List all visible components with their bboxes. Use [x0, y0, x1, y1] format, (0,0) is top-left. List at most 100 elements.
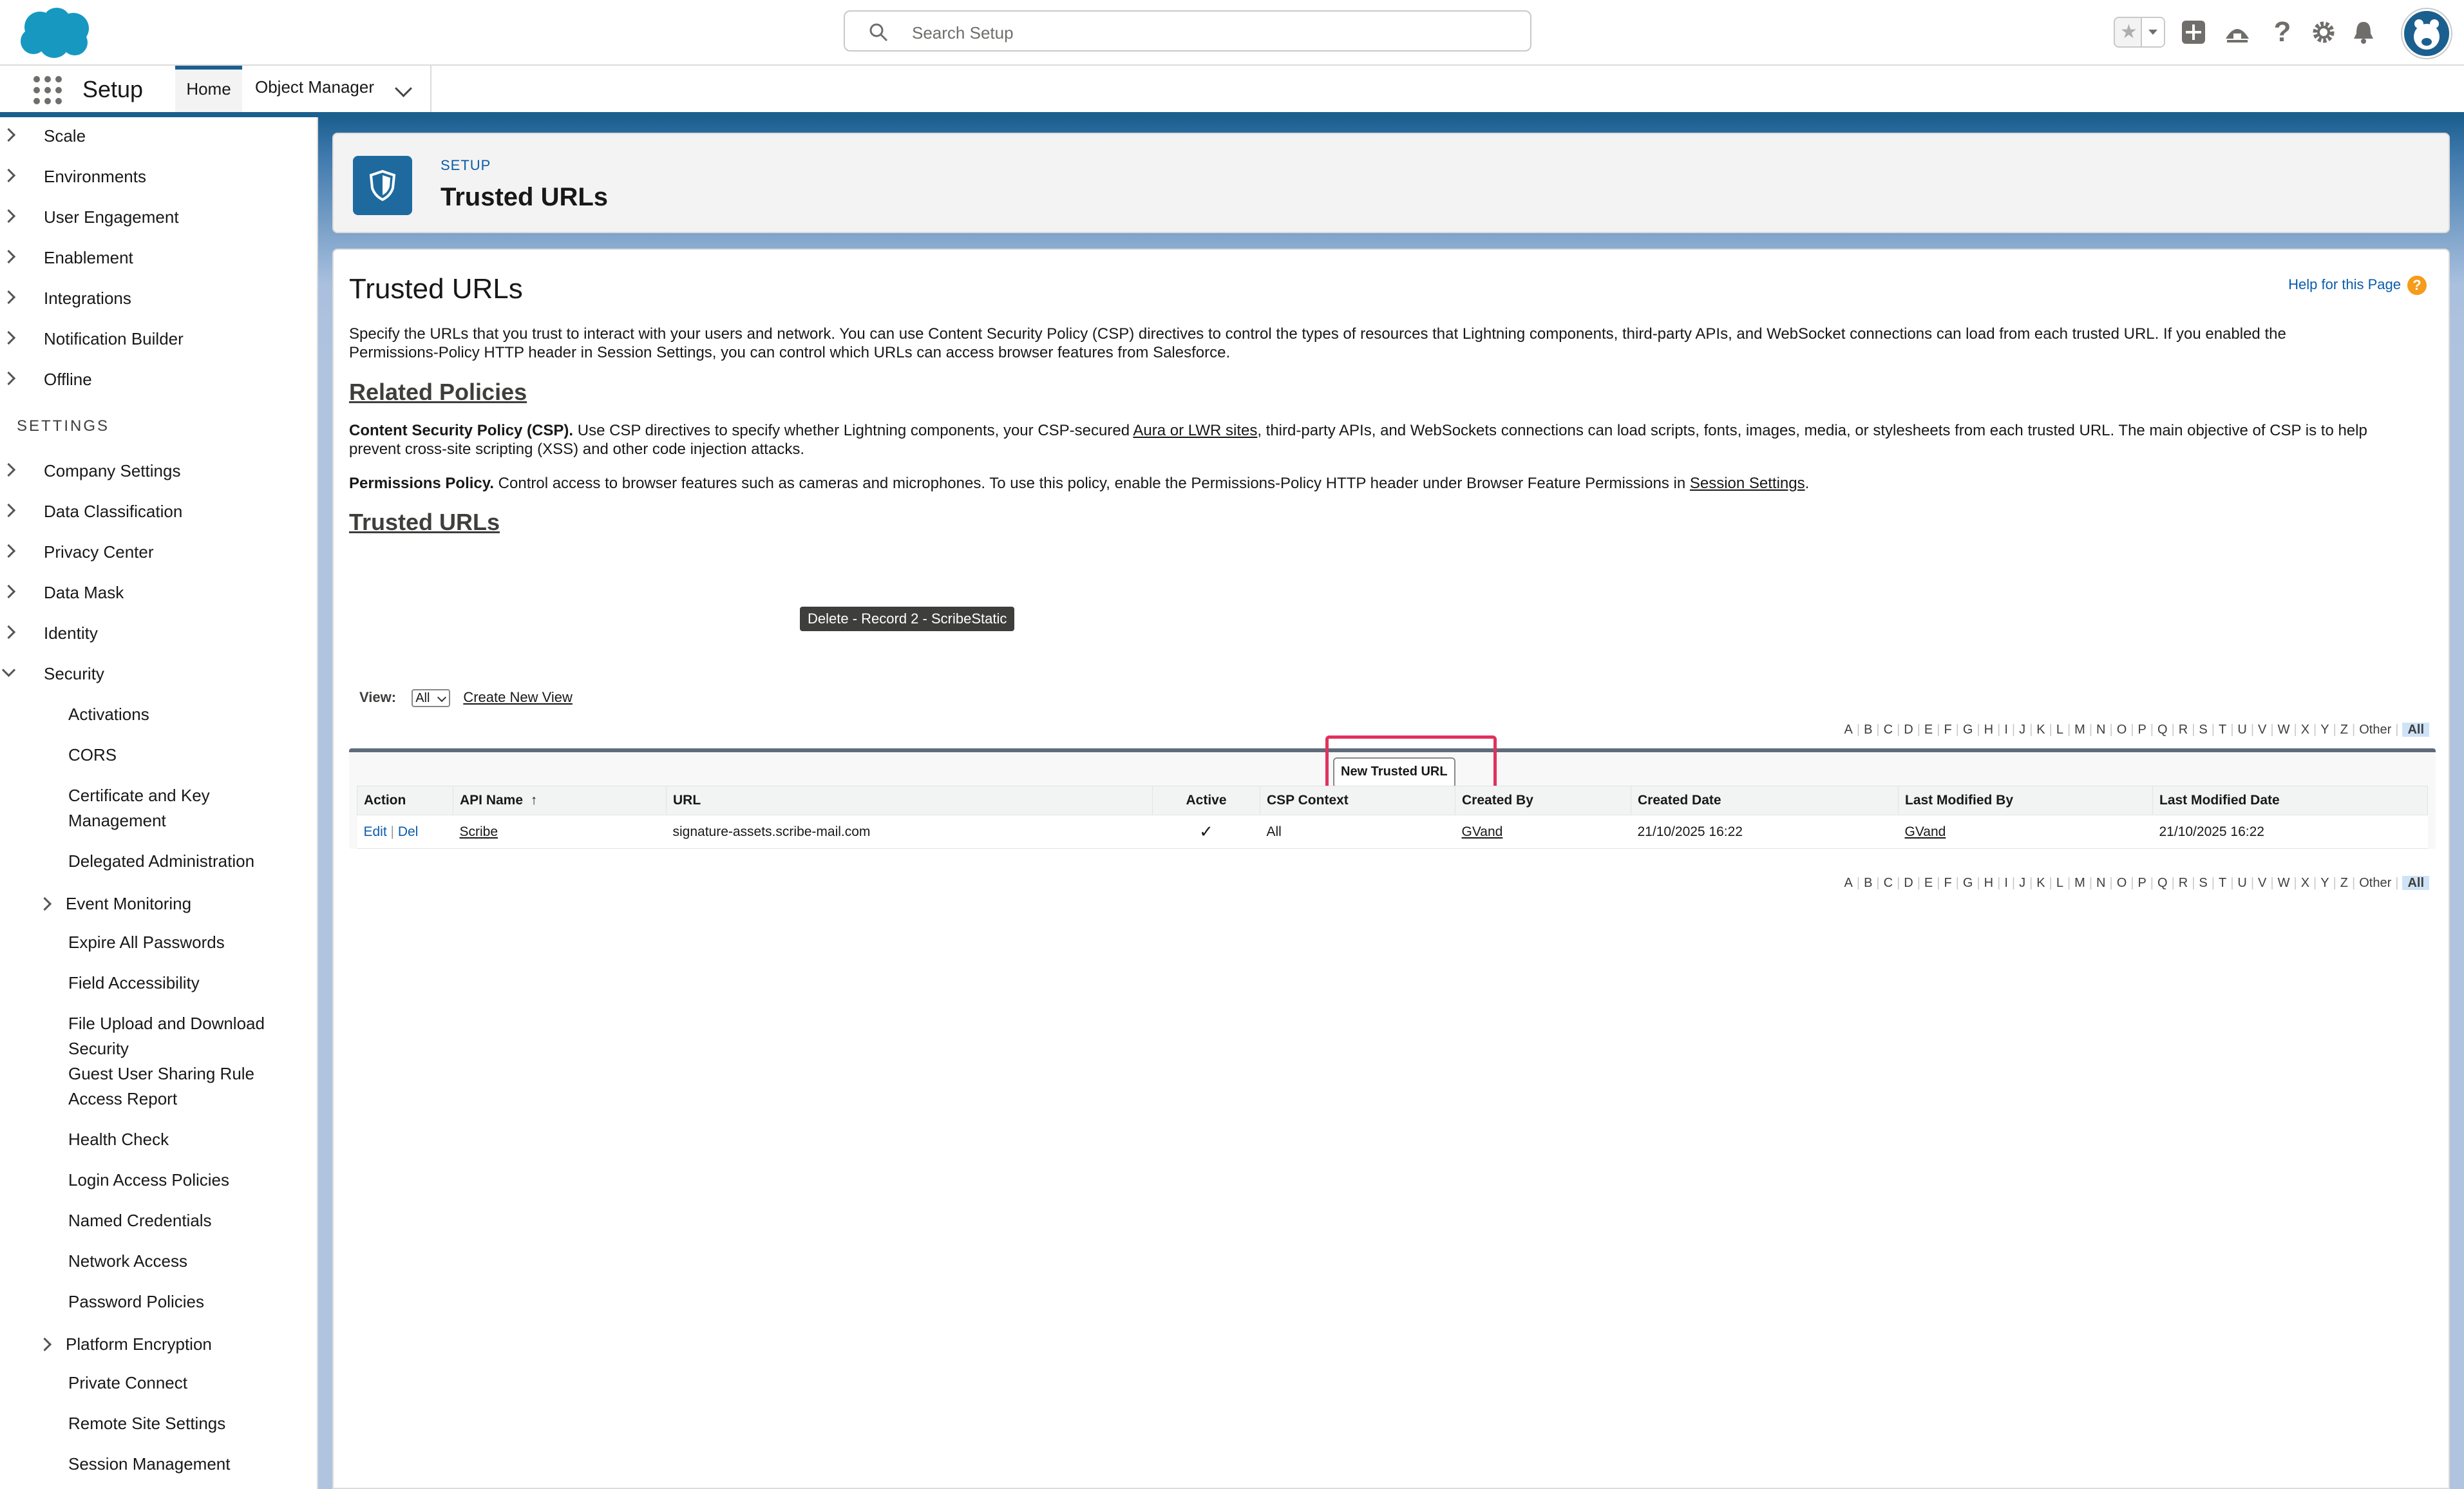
- notification-bell-icon[interactable]: [2346, 14, 2382, 50]
- sidebar-item-integrations[interactable]: Integrations: [1, 289, 131, 308]
- alphabet-letter-t[interactable]: T: [2219, 723, 2226, 737]
- favorites-dropdown[interactable]: [2141, 18, 2164, 46]
- alphabet-letter-n[interactable]: N: [2096, 876, 2105, 890]
- alphabet-letter-v[interactable]: V: [2258, 876, 2266, 890]
- sidebar-item-file-upload-download-security[interactable]: File Upload and Download Security: [68, 1011, 294, 1061]
- alphabet-letter-r[interactable]: R: [2179, 876, 2188, 890]
- alphabet-letter-m[interactable]: M: [2074, 723, 2085, 737]
- api-name-link[interactable]: Scribe: [460, 824, 498, 839]
- search-input[interactable]: Search Setup: [844, 10, 1531, 52]
- alphabet-letter-g[interactable]: G: [1963, 876, 1973, 890]
- alphabet-letter-l[interactable]: L: [2056, 723, 2063, 737]
- sidebar-item-security[interactable]: Security: [1, 663, 104, 684]
- alphabet-letter-v[interactable]: V: [2258, 723, 2266, 737]
- sidebar-item-environments[interactable]: Environments: [1, 167, 146, 187]
- app-launcher-icon[interactable]: [33, 76, 62, 104]
- alphabet-letter-k[interactable]: K: [2036, 723, 2045, 737]
- sidebar-item-login-access-policies[interactable]: Login Access Policies: [68, 1168, 229, 1193]
- avatar[interactable]: [2402, 9, 2451, 58]
- sidebar-item-notification-builder[interactable]: Notification Builder: [1, 329, 184, 349]
- sidebar-item-data-mask[interactable]: Data Mask: [1, 583, 124, 603]
- breadcrumb[interactable]: SETUP: [441, 157, 491, 174]
- trailhead-icon[interactable]: [2219, 14, 2255, 50]
- alphabet-letter-s[interactable]: S: [2199, 876, 2207, 890]
- sidebar-item-identity[interactable]: Identity: [1, 623, 98, 643]
- sidebar-item-privacy-center[interactable]: Privacy Center: [1, 542, 154, 562]
- alphabet-letter-a[interactable]: A: [1844, 723, 1853, 737]
- sidebar-item-data-classification[interactable]: Data Classification: [1, 502, 182, 522]
- sidebar-item-network-access[interactable]: Network Access: [68, 1249, 187, 1274]
- alphabet-letter-t[interactable]: T: [2219, 876, 2226, 890]
- column-header-api-name[interactable]: API Name ↑: [453, 786, 667, 815]
- sidebar-item-guest-user-sharing-rule-access-report[interactable]: Guest User Sharing Rule Access Report: [68, 1061, 287, 1112]
- alphabet-letter-s[interactable]: S: [2199, 723, 2207, 737]
- sidebar-item-field-accessibility[interactable]: Field Accessibility: [68, 971, 200, 996]
- alphabet-letter-w[interactable]: W: [2278, 876, 2290, 890]
- alphabet-letter-d[interactable]: D: [1904, 723, 1913, 737]
- alphabet-letter-x[interactable]: X: [2301, 723, 2309, 737]
- view-select[interactable]: All: [412, 689, 451, 708]
- sidebar-item-offline[interactable]: Offline: [1, 370, 92, 390]
- alphabet-letter-d[interactable]: D: [1904, 876, 1913, 890]
- alphabet-letter-x[interactable]: X: [2301, 876, 2309, 890]
- alphabet-letter-j[interactable]: J: [2019, 876, 2025, 890]
- help-link[interactable]: Help for this Page?: [2288, 276, 2427, 295]
- last-modified-by-link[interactable]: GVand: [1905, 824, 1946, 839]
- alphabet-letter-other[interactable]: Other: [2359, 876, 2391, 890]
- favorites-button[interactable]: ★: [2114, 17, 2165, 48]
- alphabet-letter-r[interactable]: R: [2179, 723, 2188, 737]
- salesforce-logo-icon[interactable]: [14, 5, 94, 61]
- tab-home[interactable]: Home: [175, 66, 242, 112]
- alphabet-letter-u[interactable]: U: [2237, 876, 2246, 890]
- alphabet-letter-z[interactable]: Z: [2340, 723, 2348, 737]
- alphabet-letter-k[interactable]: K: [2036, 876, 2045, 890]
- session-settings-link[interactable]: Session Settings: [1690, 475, 1805, 492]
- alphabet-letter-q[interactable]: Q: [2157, 876, 2168, 890]
- sidebar-item-health-check[interactable]: Health Check: [68, 1127, 169, 1152]
- tab-object-manager[interactable]: Object Manager: [243, 66, 431, 112]
- delete-link[interactable]: Del: [398, 824, 419, 839]
- chevron-down-icon[interactable]: [395, 80, 412, 97]
- alphabet-letter-c[interactable]: C: [1884, 876, 1893, 890]
- alphabet-letter-n[interactable]: N: [2096, 723, 2105, 737]
- alphabet-letter-u[interactable]: U: [2237, 723, 2246, 737]
- alphabet-letter-y[interactable]: Y: [2320, 876, 2329, 890]
- alphabet-letter-o[interactable]: O: [2117, 723, 2127, 737]
- sidebar-item-delegated-administration[interactable]: Delegated Administration: [68, 849, 254, 874]
- alphabet-letter-i[interactable]: I: [2004, 876, 2008, 890]
- alphabet-letter-all[interactable]: All: [2402, 723, 2429, 737]
- alphabet-letter-y[interactable]: Y: [2320, 723, 2329, 737]
- sidebar-item-user-engagement[interactable]: User Engagement: [1, 207, 179, 227]
- edit-link[interactable]: Edit: [364, 824, 387, 839]
- setup-gear-icon[interactable]: [2306, 14, 2342, 50]
- sidebar-item-password-policies[interactable]: Password Policies: [68, 1289, 204, 1314]
- sidebar-item-platform-encryption[interactable]: Platform Encryption: [37, 1334, 212, 1354]
- alphabet-letter-other[interactable]: Other: [2359, 723, 2391, 737]
- sidebar-item-private-connect[interactable]: Private Connect: [68, 1370, 187, 1396]
- alphabet-letter-all[interactable]: All: [2402, 876, 2429, 890]
- create-new-view-link[interactable]: Create New View: [463, 689, 573, 705]
- alphabet-letter-c[interactable]: C: [1884, 723, 1893, 737]
- sidebar-item-expire-all-passwords[interactable]: Expire All Passwords: [68, 930, 225, 955]
- alphabet-letter-h[interactable]: H: [1984, 876, 1993, 890]
- alphabet-letter-p[interactable]: P: [2137, 876, 2146, 890]
- alphabet-letter-z[interactable]: Z: [2340, 876, 2348, 890]
- created-by-link[interactable]: GVand: [1462, 824, 1503, 839]
- alphabet-letter-p[interactable]: P: [2137, 723, 2146, 737]
- alphabet-letter-g[interactable]: G: [1963, 723, 1973, 737]
- sidebar-item-certificate-key-management[interactable]: Certificate and Key Management: [68, 783, 261, 833]
- alphabet-letter-a[interactable]: A: [1844, 876, 1853, 890]
- alphabet-letter-e[interactable]: E: [1924, 723, 1933, 737]
- alphabet-letter-w[interactable]: W: [2278, 723, 2290, 737]
- sidebar-item-named-credentials[interactable]: Named Credentials: [68, 1208, 212, 1233]
- alphabet-letter-b[interactable]: B: [1864, 723, 1872, 737]
- sidebar-item-session-management[interactable]: Session Management: [68, 1452, 230, 1477]
- alphabet-letter-o[interactable]: O: [2117, 876, 2127, 890]
- alphabet-letter-l[interactable]: L: [2056, 876, 2063, 890]
- aura-lwr-sites-link[interactable]: Aura or LWR sites: [1133, 422, 1257, 439]
- alphabet-letter-f[interactable]: F: [1944, 876, 1951, 890]
- alphabet-letter-m[interactable]: M: [2074, 876, 2085, 890]
- alphabet-letter-f[interactable]: F: [1944, 723, 1951, 737]
- sidebar-item-remote-site-settings[interactable]: Remote Site Settings: [68, 1411, 225, 1436]
- alphabet-letter-q[interactable]: Q: [2157, 723, 2168, 737]
